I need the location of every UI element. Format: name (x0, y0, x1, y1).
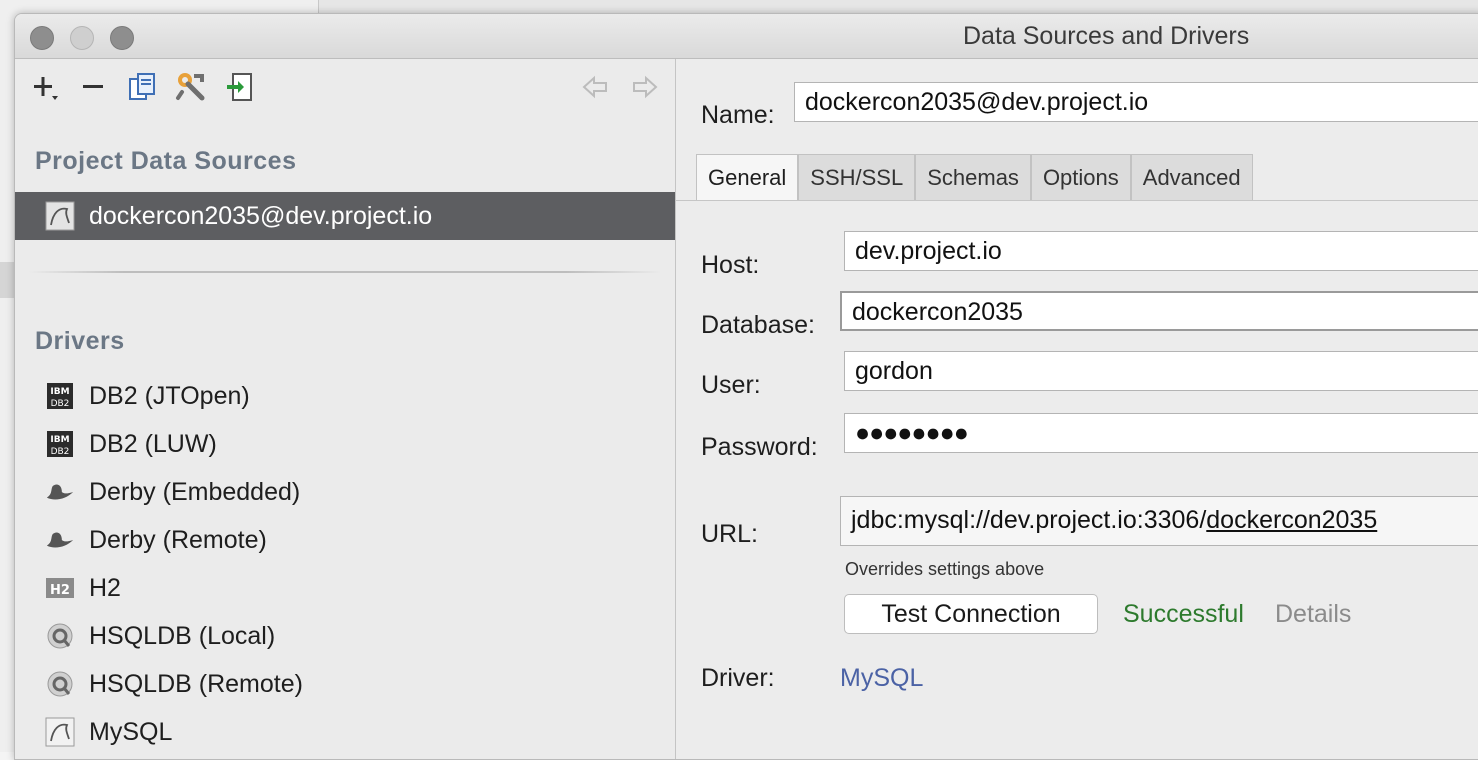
driver-item-hsqldb-remote[interactable]: HSQLDB (Remote) (15, 660, 675, 708)
wrench-icon (176, 73, 205, 101)
minimize-window-button[interactable] (70, 26, 94, 50)
database-label: Database: (701, 311, 815, 339)
host-input[interactable]: dev.project.io (844, 231, 1478, 271)
tab-divider (676, 200, 1478, 201)
driver-label: DB2 (LUW) (89, 429, 217, 458)
back-button[interactable] (577, 69, 613, 105)
details-link[interactable]: Details (1275, 600, 1351, 629)
data-source-label: dockercon2035@dev.project.io (89, 201, 433, 230)
host-label: Host: (701, 251, 760, 279)
add-button[interactable] (27, 69, 63, 105)
close-window-button[interactable] (30, 26, 54, 50)
copy-button[interactable] (124, 69, 160, 105)
driver-label: HSQLDB (Remote) (89, 669, 303, 698)
import-button[interactable] (223, 69, 259, 105)
mysql-icon (45, 717, 75, 747)
hsqldb-icon (45, 669, 75, 699)
driver-label: HSQLDB (Local) (89, 621, 276, 650)
driver-item-db2-jtopen[interactable]: IBM DB2 DB2 (JTOpen) (15, 372, 675, 420)
plus-icon (34, 77, 58, 100)
driver-label: MySQL (89, 717, 173, 746)
svg-text:IBM: IBM (50, 387, 69, 397)
forward-button[interactable] (627, 69, 663, 105)
ibm-db2-icon: IBM DB2 (45, 381, 75, 411)
driver-item-derby-remote[interactable]: Derby (Remote) (15, 516, 675, 564)
svg-text:IBM: IBM (50, 435, 69, 445)
driver-item-hsqldb-local[interactable]: HSQLDB (Local) (15, 612, 675, 660)
url-input[interactable]: jdbc:mysql://dev.project.io:3306/dockerc… (840, 496, 1478, 546)
copy-icon (129, 73, 155, 100)
section-divider (29, 271, 661, 273)
arrow-left-icon (582, 75, 607, 99)
url-hint: Overrides settings above (845, 559, 1045, 579)
driver-label: H2 (89, 573, 121, 602)
background-selection (0, 262, 14, 298)
driver-link[interactable]: MySQL (840, 664, 923, 693)
password-label: Password: (701, 433, 818, 461)
connection-status: Successful (1123, 600, 1244, 628)
mysql-icon (45, 201, 75, 231)
database-input[interactable]: dockercon2035 (840, 291, 1478, 331)
drivers-list: IBM DB2 DB2 (JTOpen) IBM DB2 DB2 (LUW) D… (15, 372, 675, 756)
derby-hat-icon (45, 477, 75, 507)
driver-item-h2[interactable]: H2 H2 (15, 564, 675, 612)
tab-general[interactable]: General (696, 154, 799, 201)
hsqldb-icon (45, 621, 75, 651)
data-source-item[interactable]: dockercon2035@dev.project.io (15, 192, 675, 240)
tab-advanced[interactable]: Advanced (1130, 154, 1253, 201)
driver-settings-button[interactable] (173, 69, 209, 105)
driver-item-mysql[interactable]: MySQL (15, 708, 675, 756)
url-prefix: jdbc:mysql://dev.project.io:3306/ (851, 506, 1207, 534)
right-pane: Name: dockercon2035@dev.project.io Gener… (676, 59, 1478, 759)
h2-icon: H2 (45, 573, 75, 603)
minus-icon (83, 85, 103, 88)
user-input[interactable]: gordon (844, 351, 1478, 391)
url-label: URL: (701, 520, 758, 548)
svg-text:DB2: DB2 (51, 399, 70, 409)
arrow-right-icon (633, 75, 658, 99)
data-sources-dialog: Data Sources and Drivers Project Data So… (14, 13, 1478, 760)
svg-text:DB2: DB2 (51, 447, 70, 457)
driver-label: DB2 (JTOpen) (89, 381, 250, 410)
left-pane: Project Data Sources dockercon2035@dev.p… (15, 59, 676, 759)
tab-ssh-ssl[interactable]: SSH/SSL (798, 154, 916, 201)
ibm-db2-icon: IBM DB2 (45, 429, 75, 459)
test-connection-button[interactable]: Test Connection (844, 594, 1098, 634)
svg-text:H2: H2 (50, 583, 70, 598)
settings-tabs: General SSH/SSL Schemas Options Advanced (696, 154, 1253, 201)
tab-schemas[interactable]: Schemas (915, 154, 1031, 201)
name-label: Name: (701, 101, 775, 129)
driver-item-db2-luw[interactable]: IBM DB2 DB2 (LUW) (15, 420, 675, 468)
window-title: Data Sources and Drivers (963, 22, 1250, 50)
drivers-title: Drivers (35, 327, 125, 355)
project-data-sources-title: Project Data Sources (35, 147, 297, 175)
password-input[interactable]: ●●●●●●●● (844, 413, 1478, 453)
driver-label: Driver: (701, 664, 775, 692)
url-database-link[interactable]: dockercon2035 (1206, 506, 1377, 534)
import-icon (227, 73, 252, 101)
driver-label: Derby (Remote) (89, 525, 267, 554)
name-input[interactable]: dockercon2035@dev.project.io (794, 82, 1478, 122)
background-toolbar (318, 0, 1478, 14)
zoom-window-button[interactable] (110, 26, 134, 50)
user-label: User: (701, 371, 761, 399)
driver-item-derby-embedded[interactable]: Derby (Embedded) (15, 468, 675, 516)
driver-label: Derby (Embedded) (89, 477, 301, 506)
title-bar: Data Sources and Drivers (15, 14, 1478, 59)
remove-button[interactable] (75, 69, 111, 105)
tab-options[interactable]: Options (1030, 154, 1131, 201)
derby-hat-icon (45, 525, 75, 555)
